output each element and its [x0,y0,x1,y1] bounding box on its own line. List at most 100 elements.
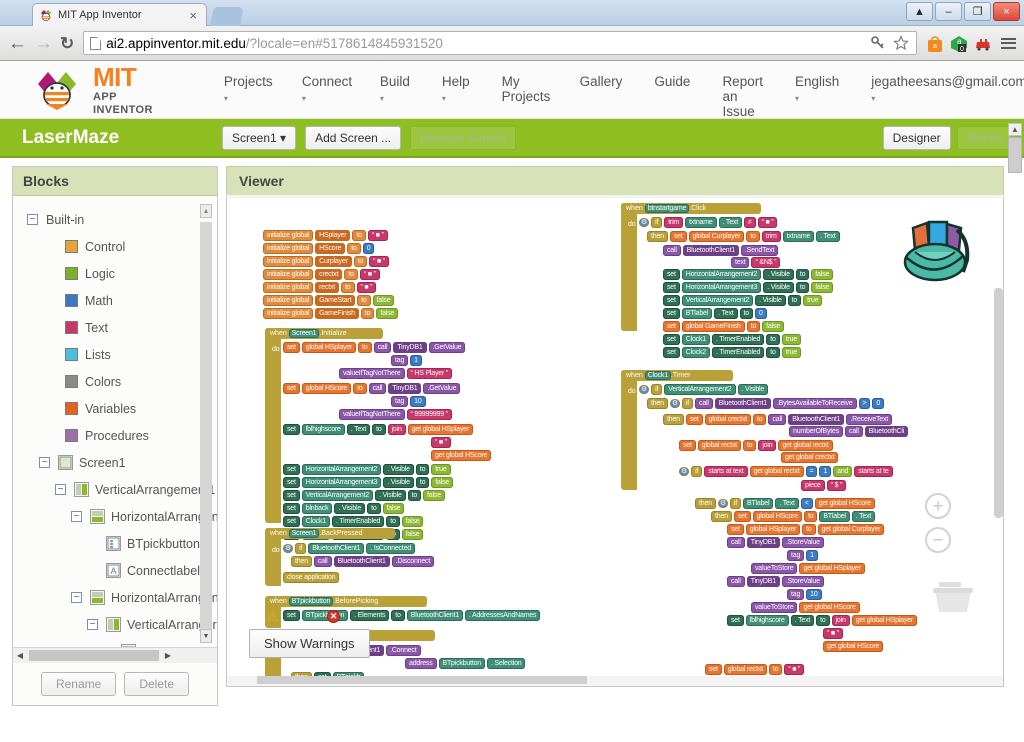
add-screen-button[interactable]: Add Screen ... [305,125,402,150]
block-set-ha3-visible[interactable]: set HorizontalArrangement3. Visible to fals… [283,477,491,488]
page-info-icon[interactable] [90,36,102,50]
block-set-clock1-timerenabled[interactable]: set Clock1. TimerEnabled to false [283,516,491,527]
tree-scroll-up-arrow[interactable]: ▲ [200,204,212,218]
block-if-isconnected[interactable]: ⚙ if BluetoothClient1. IsConnected [283,543,415,554]
block-set-rectxt-join[interactable]: set global rectxt to join get global rectxt [679,440,833,451]
block-arg-numberofbytes[interactable]: numberOfBytes call BluetoothCli [789,426,909,437]
tree-node-btpickbutton[interactable]: BTpickbutton [13,530,217,557]
block-then-set-curplayer[interactable]: then set global Curplayer to trim txtname. Te… [647,231,840,242]
screen-selector-dropdown[interactable]: Screen1 ▾ [222,125,297,150]
tree-node-connectlabel[interactable]: A Connectlabel [13,557,217,584]
block-init-global[interactable]: initialize global Curplayer to “ ■ ” [263,256,398,267]
block-init-global[interactable]: initialize global HScore to 0 [263,243,398,254]
tree-toggle-icon[interactable]: − [39,457,50,468]
designer-button[interactable]: Designer [882,125,951,150]
show-warnings-button[interactable]: Show Warnings [249,629,370,658]
block-highscore-update[interactable]: then ⚙ if BTlabel. Text < get global HScore t… [695,498,917,654]
zoom-in-button[interactable]: + [925,493,951,519]
extension-red-icon[interactable] [974,35,991,52]
block-screen1-backpressed[interactable]: when Screen1 .BackPressed do ⚙ if Bluetooth… [265,528,465,586]
mutator-icon[interactable]: ⚙ [669,399,680,408]
canvas-hscroll-thumb[interactable] [257,676,587,684]
block-init-global[interactable]: initialize global GameFinish to false [263,308,399,319]
close-window-button[interactable]: × [993,2,1020,21]
blocks-canvas[interactable]: initialize global HSplayer to “ ■ ” initial… [226,195,1004,687]
block-call-storevalue-2[interactable]: call TinyDB1 .StoreValue [727,576,917,587]
browser-tab[interactable]: MIT App Inventor × [32,3,207,26]
block-set-hscore[interactable]: then set global HScore to BTlabel. Text [711,511,917,522]
tree-hscroll-thumb[interactable] [29,650,159,661]
block-init-global[interactable]: initialize global crectxt to “ ■ ” [263,269,398,280]
block-set-blnback-visible[interactable]: set blnback. Visible to false [283,503,491,514]
block-clock1-timer[interactable]: when Clock1 .Timer do ⚙ if VerticalArrangem… [621,370,951,491]
tree-toggle-icon[interactable]: − [87,619,98,630]
user-profile-button[interactable]: ▲ [906,2,933,21]
block-set-ha2-visible[interactable]: set HorizontalArrangement2. Visible to fals… [663,269,834,280]
block-set-btlabel-text[interactable]: set BTlabel. Text to 0 [663,308,833,319]
block-if-btlabel-lt-hscore[interactable]: then ⚙ if BTlabel. Text < get global HScore [695,498,917,509]
block-arg-valueiftagnotthere[interactable]: valueIfTagNotThere “ 99999999 ” [339,409,491,420]
block-init-global[interactable]: initialize global rectxt to “ ■ ” [263,282,398,293]
nav-item-language[interactable]: English ▾ [779,74,855,106]
tab-close-icon[interactable]: × [186,8,200,23]
block-set-lblhighscore[interactable]: set lblhighscore. Text to join get global HS… [727,615,917,626]
block-arg-text[interactable]: text “ &N$ ” [731,257,781,268]
mutator-icon[interactable]: ⚙ [639,385,650,394]
palette-item-math[interactable]: Math [13,287,217,314]
block-arg-piece[interactable]: piece “ $ ” [801,480,847,491]
block-if-startsat[interactable]: ⚙ if starts at text get global rectxt = 1 and s… [679,466,893,477]
nav-item-gallery[interactable]: Gallery [564,74,639,89]
new-tab-button[interactable] [209,7,245,26]
block-arg-tag-2[interactable]: tag 10 [787,589,917,600]
block-call-storevalue-1[interactable]: call TinyDB1 .StoreValue [727,537,917,548]
minimize-button[interactable]: – [935,2,962,21]
block-join-arg2[interactable]: get global crectxt [781,452,839,463]
block-arg-valuetostore-2[interactable]: valueToStore get global HScore [751,602,917,613]
app-logo[interactable]: MIT APP INVENTOR [30,61,208,118]
palette-item-logic[interactable]: Logic [13,260,217,287]
tree-vertical-scrollbar[interactable] [200,222,212,642]
url-bar[interactable]: ai2.appinventor.mit.edu/?locale=en#51786… [83,31,917,55]
block-set-hsplayer[interactable]: set global HSplayer to call TinyDB1 .GetValue [283,342,491,353]
palette-item-procedures[interactable]: Procedures [13,422,217,449]
block-set-clock1-timerenabled[interactable]: set Clock1. TimerEnabled to true [663,334,833,345]
block-set-rectxt-empty[interactable]: set global rectxt to “ ■ ” [705,664,823,675]
block-arg-address[interactable]: address BTpickbutton. Selection [405,658,526,669]
block-join-arg3[interactable]: get global HScore [431,450,492,461]
error-badge-icon[interactable]: ✕ [327,610,340,623]
block-init-global[interactable]: initialize global HSplayer to “ ■ ” [263,230,398,241]
block-if-trim-txtname[interactable]: ⚙ if trim txtname. Text ≠ “ ■ ” [639,217,778,228]
block-call-sendtext[interactable]: call BluetoothClient1 .SendText [663,245,779,256]
maximize-button[interactable]: ❐ [964,2,991,21]
mutator-icon[interactable]: ⚙ [639,218,650,227]
block-if-bytesavailable[interactable]: then ⚙ if call BluetoothClient1 .BytesAvailab… [647,398,885,409]
back-arrow-icon[interactable]: ← [8,34,27,53]
tree-scroll-down-arrow[interactable]: ▼ [200,629,212,643]
tree-node-builtin[interactable]: − Built-in [13,206,217,233]
remove-screen-button[interactable]: Remove Screen [410,125,517,150]
delete-button[interactable]: Delete [124,672,190,696]
block-arg-tag-1[interactable]: tag 1 [787,550,917,561]
key-icon[interactable] [870,35,887,52]
tree-toggle-icon[interactable]: − [71,592,82,603]
tree-node-horizontalarrangement2[interactable]: − HorizontalArrangen [13,503,217,530]
mutator-icon[interactable]: ⚙ [679,467,690,476]
palette-item-variables[interactable]: Variables [13,395,217,422]
trash-icon[interactable] [931,580,975,616]
bookmark-star-icon[interactable] [893,34,910,52]
tree-toggle-icon[interactable]: − [55,484,66,495]
block-btpickbutton-beforepicking[interactable]: when BTpickbutton .BeforePicking set BTpic… [265,596,585,628]
blocks-workspace[interactable]: initialize global HSplayer to “ ■ ” initial… [227,198,1003,686]
page-scroll-up-arrow[interactable]: ▲ [1008,123,1022,136]
nav-item-build[interactable]: Build ▾ [364,74,426,106]
block-arg-valueiftagnotthere[interactable]: valueIfTagNotThere “ HS Player ” [339,368,491,379]
block-arg-valuetostore-1[interactable]: valueToStore get global HSplayer [751,563,917,574]
block-set-hscore[interactable]: set global HScore to call TinyDB1 .GetValue [283,383,491,394]
block-set-elements[interactable]: set BTpickbutton. Elements to BluetoothClie… [283,610,541,621]
block-join-arg3[interactable]: get global HScore [823,641,917,652]
zoom-out-button[interactable]: − [925,527,951,553]
block-set-clock2-timerenabled[interactable]: set Clock2. TimerEnabled to true [663,347,833,358]
tree-node-verticalarrangement1[interactable]: − VerticalArrangement1 [13,476,217,503]
tree-scroll-left-arrow[interactable]: ◀ [13,651,27,660]
mutator-icon[interactable]: ⚙ [717,499,728,508]
